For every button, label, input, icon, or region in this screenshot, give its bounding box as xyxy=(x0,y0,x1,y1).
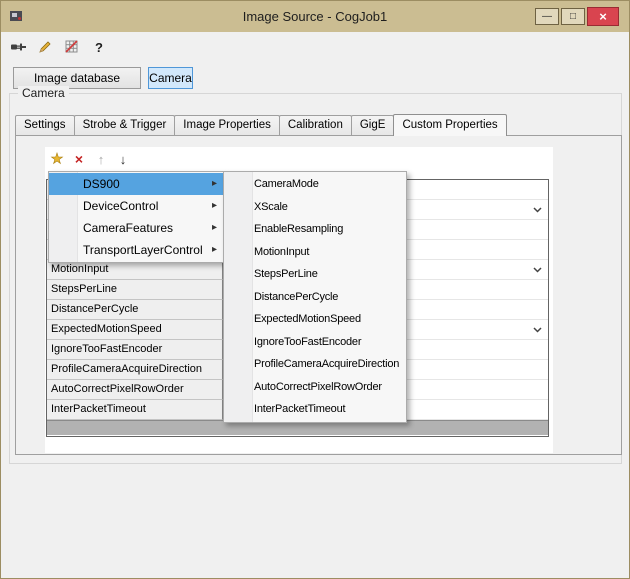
submenu-item-profilecameraacquiredirection[interactable]: ProfileCameraAcquireDirection xyxy=(224,353,406,376)
menu-item-label: CameraFeatures xyxy=(83,221,173,235)
value-dropdown-button[interactable] xyxy=(530,322,545,337)
chevron-down-icon xyxy=(533,267,542,273)
property-name-cell[interactable]: StepsPerLine xyxy=(47,280,223,300)
delete-property-button[interactable]: × xyxy=(71,151,87,167)
context-menu-item-camerafeatures[interactable]: CameraFeatures ▸ xyxy=(49,217,224,239)
context-menu-item-transportlayercontrol[interactable]: TransportLayerControl ▸ xyxy=(49,239,224,261)
help-button[interactable]: ? xyxy=(90,39,108,56)
submenu-arrow-icon: ▸ xyxy=(212,195,217,217)
property-name-cell[interactable]: IgnoreTooFastEncoder xyxy=(47,340,223,360)
tab-calibration[interactable]: Calibration xyxy=(279,115,352,135)
pencil-icon xyxy=(37,39,53,55)
submenu-arrow-icon: ▸ xyxy=(212,239,217,261)
tabstrip: Settings Strobe & Trigger Image Properti… xyxy=(15,114,506,136)
help-icon: ? xyxy=(95,40,103,55)
camera-groupbox-label: Camera xyxy=(18,86,69,100)
menu-item-label: DS900 xyxy=(83,177,120,191)
submenu-item-stepsperline[interactable]: StepsPerLine xyxy=(224,263,406,286)
tab-image-properties[interactable]: Image Properties xyxy=(174,115,280,135)
titlebar: Image Source - CogJob1 — □ × xyxy=(1,1,629,32)
submenu-item-autocorrectpixelroworder[interactable]: AutoCorrectPixelRowOrder xyxy=(224,376,406,399)
submenu-item-distancepercycle[interactable]: DistancePerCycle xyxy=(224,286,406,309)
camera-button[interactable]: Camera xyxy=(148,67,193,89)
property-name-cell[interactable]: ProfileCameraAcquireDirection xyxy=(47,360,223,380)
submenu-item-expectedmotionspeed[interactable]: ExpectedMotionSpeed xyxy=(224,308,406,331)
tab-gige[interactable]: GigE xyxy=(351,115,395,135)
value-dropdown-button[interactable] xyxy=(530,202,545,217)
add-star-icon xyxy=(50,152,64,166)
image-source-window: Image Source - CogJob1 — □ × xyxy=(0,0,630,579)
submenu-item-motioninput[interactable]: MotionInput xyxy=(224,241,406,264)
property-name-cell[interactable]: ExpectedMotionSpeed xyxy=(47,320,223,340)
context-menu-item-ds900[interactable]: DS900 ▸ xyxy=(49,173,224,195)
value-dropdown-button[interactable] xyxy=(530,262,545,277)
property-name-cell[interactable]: DistancePerCycle xyxy=(47,300,223,320)
property-grid-toolbar: × ↑ ↓ xyxy=(49,150,131,168)
add-property-button[interactable] xyxy=(49,151,65,167)
context-menu: DS900 ▸ DeviceControl ▸ CameraFeatures ▸… xyxy=(48,171,225,263)
initialize-acquisition-button[interactable] xyxy=(9,39,27,56)
grid-disabled-icon xyxy=(64,39,80,55)
chevron-down-icon xyxy=(533,327,542,333)
property-name-cell[interactable]: MotionInput xyxy=(47,260,223,280)
chevron-down-icon xyxy=(533,207,542,213)
maximize-button[interactable]: □ xyxy=(561,8,585,25)
submenu-item-enableresampling[interactable]: EnableResampling xyxy=(224,218,406,241)
submenu: CameraMode XScale EnableResampling Motio… xyxy=(223,171,407,423)
menu-item-label: TransportLayerControl xyxy=(83,243,203,257)
tab-strobe-trigger[interactable]: Strobe & Trigger xyxy=(74,115,176,135)
property-name-cell[interactable]: InterPacketTimeout xyxy=(47,400,223,420)
submenu-item-interpackettimeout[interactable]: InterPacketTimeout xyxy=(224,398,406,421)
move-down-button[interactable]: ↓ xyxy=(115,151,131,167)
tab-custom-properties[interactable]: Custom Properties xyxy=(393,114,506,136)
submenu-arrow-icon: ▸ xyxy=(212,217,217,239)
context-menu-item-devicecontrol[interactable]: DeviceControl ▸ xyxy=(49,195,224,217)
submenu-item-cameramode[interactable]: CameraMode xyxy=(224,173,406,196)
move-up-button[interactable]: ↑ xyxy=(93,151,109,167)
submenu-arrow-icon: ▸ xyxy=(212,173,217,195)
property-name-cell[interactable]: AutoCorrectPixelRowOrder xyxy=(47,380,223,400)
submenu-item-xscale[interactable]: XScale xyxy=(224,196,406,219)
plug-icon xyxy=(10,39,27,55)
tab-settings[interactable]: Settings xyxy=(15,115,75,135)
close-button[interactable]: × xyxy=(587,7,619,26)
display-grid-button[interactable] xyxy=(63,39,81,56)
minimize-button[interactable]: — xyxy=(535,8,559,25)
menu-item-label: DeviceControl xyxy=(83,199,158,213)
setup-button[interactable] xyxy=(36,39,54,56)
submenu-item-ignoretoofastencoder[interactable]: IgnoreTooFastEncoder xyxy=(224,331,406,354)
main-toolbar: ? xyxy=(9,37,108,57)
